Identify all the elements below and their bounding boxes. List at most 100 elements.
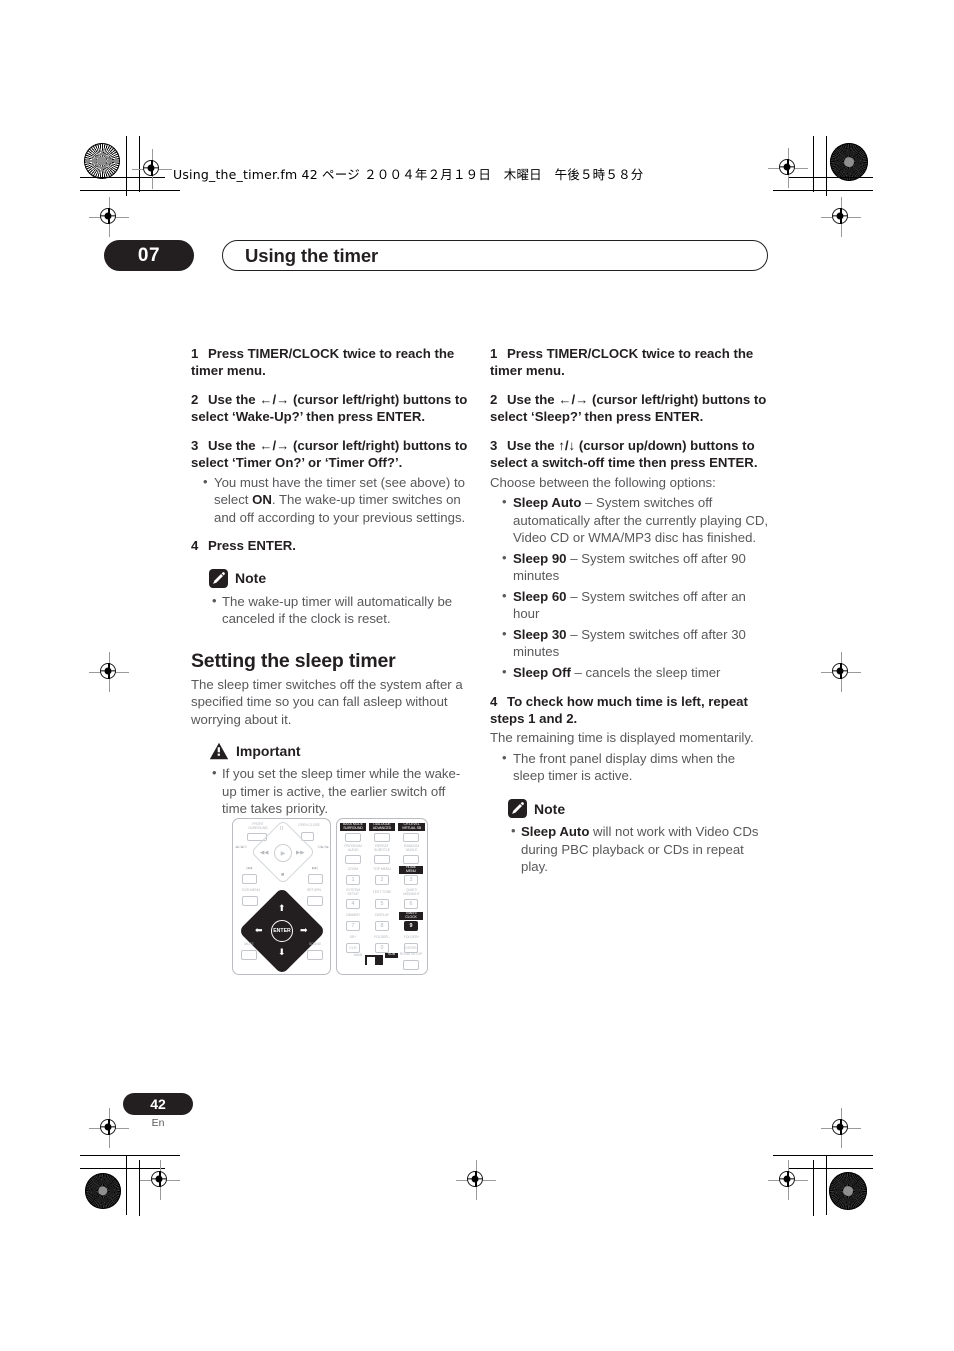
note-header-right: Note xyxy=(508,799,770,819)
remote-label-repeat-subtitle: REPEAT SUBTITLE xyxy=(374,844,390,852)
right-step-2-text: Use the ←/→ (cursor left/right) buttons … xyxy=(490,391,767,425)
crosshair-bottom-left xyxy=(140,1160,180,1200)
right-step-1-text: Press TIMER/CLOCK twice to reach the tim… xyxy=(490,346,754,379)
cursor-up-icon[interactable]: ⬆ xyxy=(278,904,286,913)
remote-label-folder-minus: FOLDER– xyxy=(374,935,390,939)
option-term: Sleep Off xyxy=(513,665,571,680)
crosshair-upper-left xyxy=(89,197,129,237)
right-step-4-number: 4 xyxy=(490,693,498,709)
left-step-2-number: 2 xyxy=(191,391,199,407)
page-language: En xyxy=(151,1117,165,1129)
remote-label-right-small: 10▶/1▶ xyxy=(317,845,329,849)
crosshair-upper-right xyxy=(821,197,861,237)
remote-key-3[interactable]: 3 xyxy=(404,875,418,885)
remote-key-4[interactable]: 4 xyxy=(346,899,360,909)
list-item: The front panel display dims when the sl… xyxy=(499,749,770,785)
remote-label-zoom: ZOOM xyxy=(347,867,359,871)
remote-button-dialogue-advanced[interactable] xyxy=(374,833,390,842)
remote-label-quiet-midnight: QUIET/ MIDNIGHT xyxy=(403,888,420,896)
pause-icon: II xyxy=(280,826,284,832)
remote-label-random-angle: RANDOM ANGLE xyxy=(404,844,419,852)
play-button[interactable]: ▶ xyxy=(274,844,292,862)
remote-button-room-setup[interactable] xyxy=(403,960,419,970)
important-bullets: If you set the sleep timer while the wak… xyxy=(209,764,471,818)
remote-right-panel: BASS MODE SURROUND DIALOGUE ADVANCED CH … xyxy=(336,818,428,975)
remote-button-ch-level-virtual-sb[interactable] xyxy=(403,833,419,842)
crop-mark-tr-v2 xyxy=(813,136,815,192)
left-step-3-bullets: You must have the timer set (see above) … xyxy=(200,473,471,527)
option-term: Sleep 60 xyxy=(513,588,567,604)
pencil-icon xyxy=(209,568,228,588)
remote-transport-cluster: II ◀◀ ▶▶ ▶ ■ xyxy=(250,819,316,887)
remote-control-illustration: FRONT SURROUND OPEN CLOSE II ◀◀ ▶▶ ▶ ■ ◀… xyxy=(232,818,428,975)
enter-button[interactable]: ENTER xyxy=(271,920,293,942)
main-sub-toggle[interactable] xyxy=(365,955,383,965)
remote-key-1[interactable]: 1 xyxy=(346,875,360,885)
chapter-title-bar: Using the timer xyxy=(222,240,768,271)
important-label: Important xyxy=(236,743,301,760)
remote-button-repeat-subtitle[interactable] xyxy=(374,855,390,864)
note-bullet-bold: Sleep Auto xyxy=(521,824,590,840)
crosshair-top-left xyxy=(132,149,172,189)
note-label-left: Note xyxy=(235,570,267,587)
cursor-left-icon[interactable]: ⬅ xyxy=(255,926,263,935)
main-sub-switch-group[interactable]: MAIN SUB xyxy=(351,947,411,969)
cursor-right-icon[interactable]: ➡ xyxy=(300,926,308,935)
list-item: You must have the timer set (see above) … xyxy=(200,473,471,527)
important-callout: Important If you set the sleep timer whi… xyxy=(209,742,471,818)
crosshair-top-right xyxy=(768,148,808,188)
crosshair-lower-right xyxy=(821,1108,861,1148)
sleep-options-list: Sleep Auto – System switches off automat… xyxy=(499,493,770,681)
right-step-1: 1 Press TIMER/CLOCK twice to reach the ti… xyxy=(490,345,770,380)
remote-label-left-small: ◀1/◀10 xyxy=(235,845,247,849)
remote-key-2[interactable]: 2 xyxy=(375,875,389,885)
remote-key-6[interactable]: 6 xyxy=(404,899,418,909)
remote-button-random-angle[interactable] xyxy=(403,855,419,864)
main-label: MAIN xyxy=(353,953,363,957)
page-title: Using the timer xyxy=(245,244,379,266)
remote-button-next-track[interactable] xyxy=(308,874,323,884)
right-step-1-number: 1 xyxy=(490,346,498,361)
crosshair-bottom-right xyxy=(768,1160,808,1200)
right-step-4: 4 To check how much time is left, repeat … xyxy=(490,693,770,728)
left-step-3-number: 3 xyxy=(191,437,199,453)
remote-button-program-audio[interactable] xyxy=(345,855,361,864)
list-item: Sleep Auto – System switches off automat… xyxy=(499,493,770,547)
crop-mark-tl-v xyxy=(126,136,128,196)
crop-mark-br-v xyxy=(826,1155,828,1215)
crosshair-mid-right xyxy=(821,652,861,692)
bullet-text-bold: ON xyxy=(252,492,272,508)
chapter-number: 07 xyxy=(137,244,161,266)
remote-key-7[interactable]: 7 xyxy=(346,921,360,931)
remote-label-next-track: ▶▶| xyxy=(312,866,318,870)
remote-label-program-audio: PROGRAM AUDIO xyxy=(344,844,362,852)
crosshair-mid-left xyxy=(89,652,129,692)
remote-button-sound[interactable] xyxy=(307,950,323,960)
pencil-icon xyxy=(508,799,527,819)
warning-triangle-icon xyxy=(209,742,229,760)
cursor-down-icon[interactable]: ⬇ xyxy=(278,948,286,957)
list-item: Sleep Auto will not work with Video CDs … xyxy=(508,822,770,876)
left-step-4: 4 Press ENTER. xyxy=(191,537,471,554)
right-step-2-number: 2 xyxy=(490,391,498,407)
remote-label-timer-clock: TIMER/ CLOCK xyxy=(399,911,423,921)
crop-mark-bl-v xyxy=(126,1155,128,1215)
remote-button-prev-track[interactable] xyxy=(242,874,257,884)
page-number-badge: 42 xyxy=(123,1093,193,1115)
list-item: Sleep 60 – System switches off after an … xyxy=(499,587,770,623)
remote-key-8[interactable]: 8 xyxy=(375,921,389,931)
remote-label-room-setup: ROOM SETUP xyxy=(399,952,423,956)
remote-key-5[interactable]: 5 xyxy=(375,899,389,909)
remote-label-test-tone: TEST TONE xyxy=(372,890,392,894)
right-step-4-text: To check how much time is left, repeat s… xyxy=(490,693,748,726)
remote-key-9-timer-clock[interactable]: 9 xyxy=(404,921,418,931)
page-number: 42 xyxy=(150,1096,166,1112)
remote-button-mute[interactable] xyxy=(241,950,257,960)
remote-button-bass-mode-surround[interactable] xyxy=(345,833,361,842)
chapter-number-badge: 07 xyxy=(104,240,194,271)
registration-star-top-right xyxy=(830,143,868,181)
fwd-scan-icon: ▶▶ xyxy=(296,850,305,856)
right-step-2: 2 Use the ←/→ (cursor left/right) buttons… xyxy=(490,391,770,426)
section-heading-sleep-timer: Setting the sleep timer xyxy=(191,649,396,672)
chapter-header: 07 Using the timer xyxy=(104,240,768,271)
